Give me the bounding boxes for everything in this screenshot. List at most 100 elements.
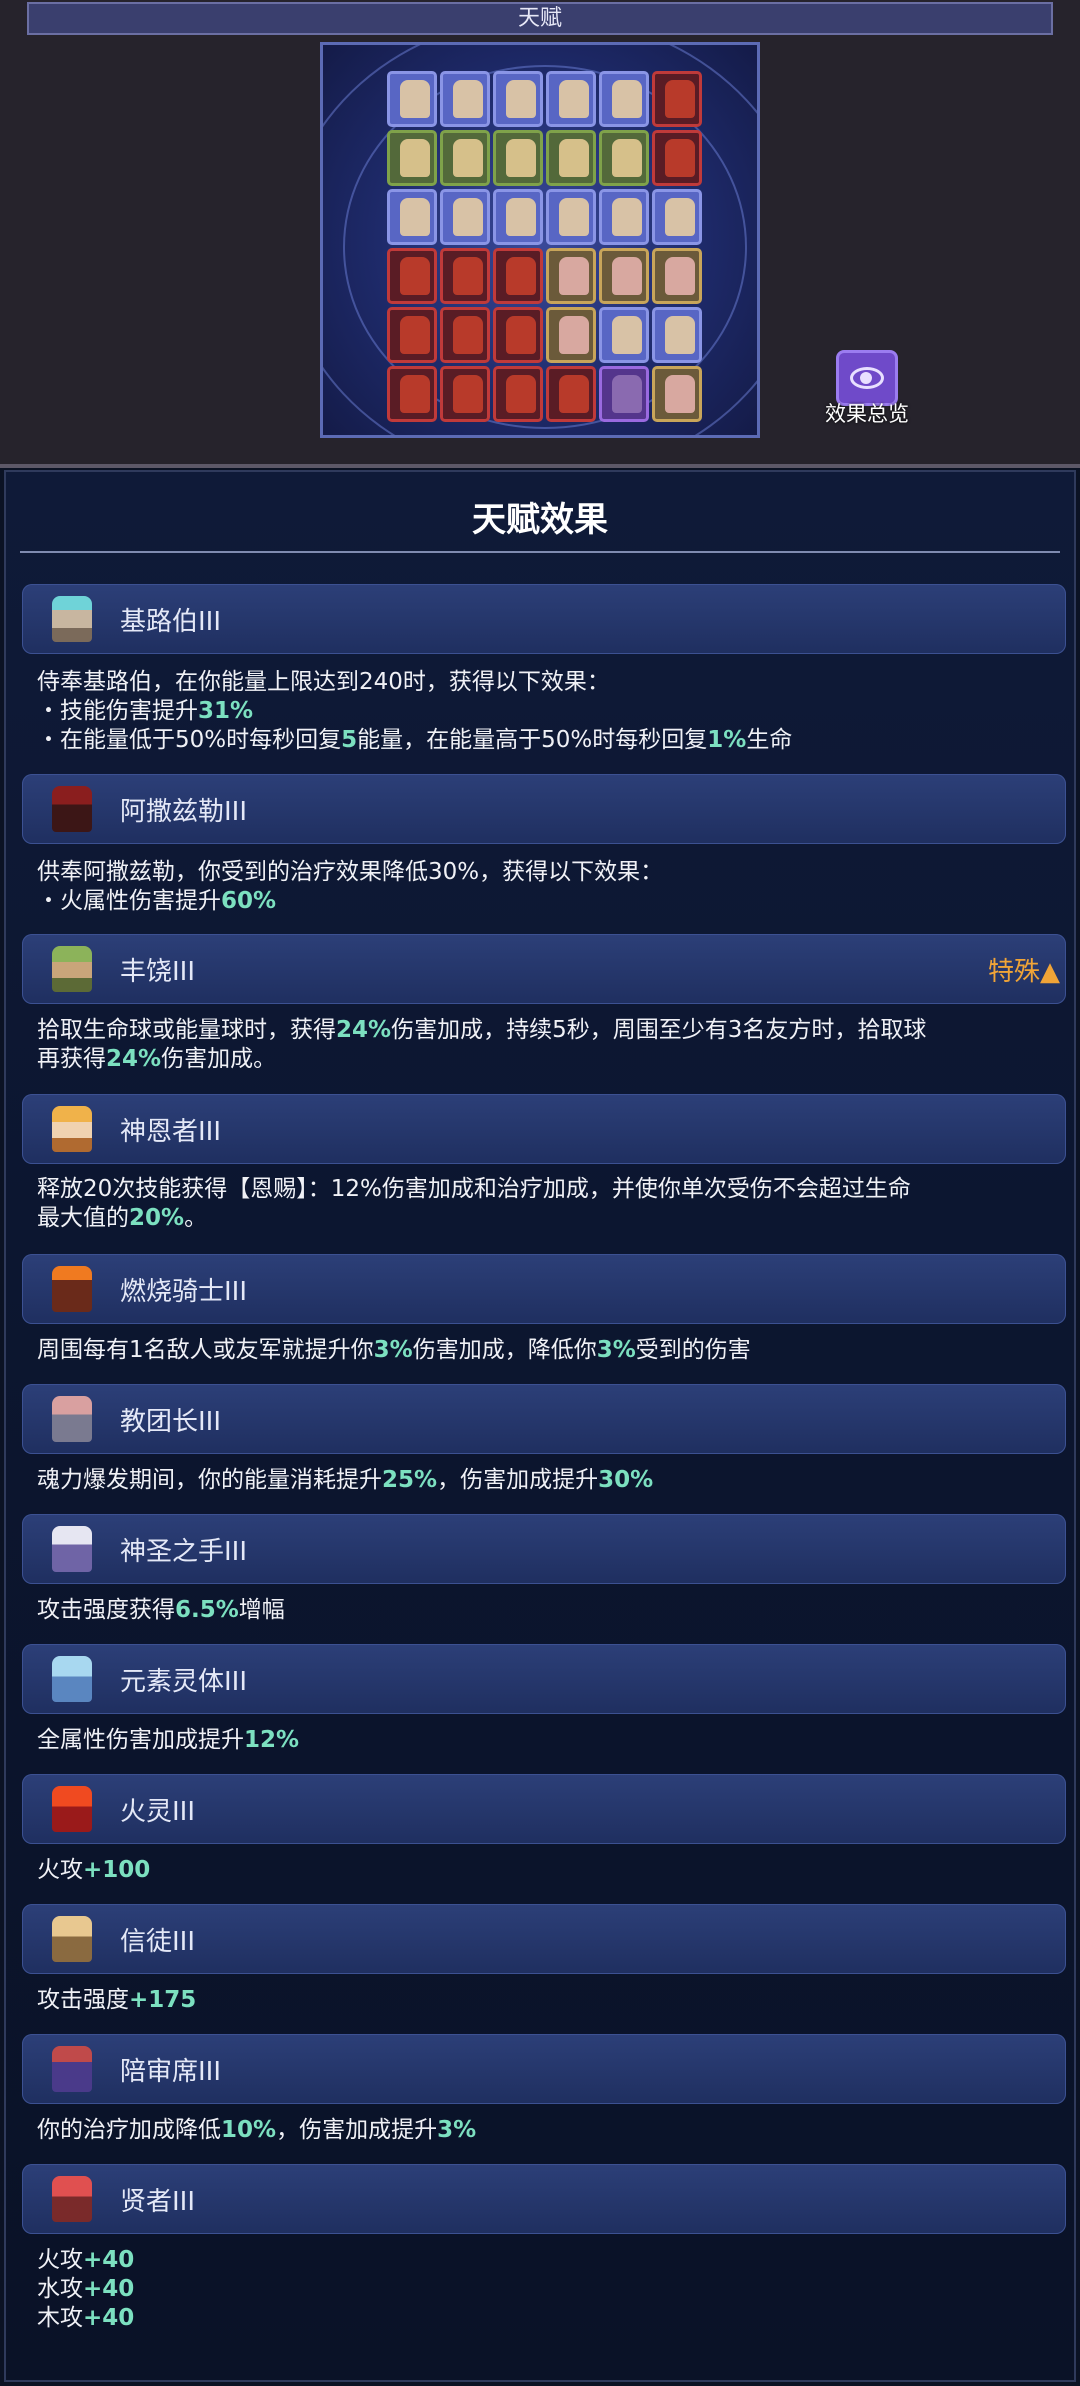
hero-figure-icon bbox=[506, 198, 536, 236]
talent-slot[interactable] bbox=[546, 130, 596, 186]
talent-entry-header[interactable]: 神圣之手III bbox=[22, 1514, 1066, 1584]
hero-figure-icon bbox=[559, 80, 589, 118]
talent-entry-header[interactable]: 阿撒兹勒III bbox=[22, 774, 1066, 844]
talent-name: 燃烧骑士III bbox=[120, 1277, 248, 1307]
talent-description: 全属性伤害加成提升12% bbox=[37, 1727, 300, 1753]
talent-title: 天赋 bbox=[517, 6, 562, 31]
talent-slot[interactable] bbox=[652, 248, 702, 304]
hero-figure-icon bbox=[453, 257, 483, 295]
talent-slot[interactable] bbox=[652, 189, 702, 245]
talent-slot[interactable] bbox=[440, 248, 490, 304]
talent-slot[interactable] bbox=[387, 248, 437, 304]
talent-description: 攻击强度获得6.5%增幅 bbox=[37, 1597, 285, 1623]
blessed-icon bbox=[52, 1106, 92, 1152]
talent-entry-header[interactable]: 基路伯III bbox=[22, 584, 1066, 654]
hero-figure-icon bbox=[400, 257, 430, 295]
talent-slot[interactable] bbox=[493, 307, 543, 363]
talent-slot[interactable] bbox=[599, 71, 649, 127]
hero-figure-icon bbox=[665, 316, 695, 354]
talent-name: 教团长III bbox=[120, 1407, 222, 1437]
talent-slot[interactable] bbox=[493, 366, 543, 422]
talent-slot[interactable] bbox=[493, 248, 543, 304]
talent-description: 火攻+40 水攻+40 木攻+40 bbox=[37, 2247, 135, 2331]
talent-name: 阿撒兹勒III bbox=[120, 797, 248, 827]
hero-figure-icon bbox=[506, 257, 536, 295]
hero-figure-icon bbox=[506, 80, 536, 118]
talent-slot[interactable] bbox=[599, 307, 649, 363]
talent-slot[interactable] bbox=[440, 71, 490, 127]
talent-slot[interactable] bbox=[546, 71, 596, 127]
hero-figure-icon bbox=[506, 139, 536, 177]
talent-slot[interactable] bbox=[493, 189, 543, 245]
talent-slot[interactable] bbox=[652, 366, 702, 422]
harvest-icon bbox=[52, 946, 92, 992]
talent-slot[interactable] bbox=[546, 366, 596, 422]
elemental-icon bbox=[52, 1656, 92, 1702]
talent-slot[interactable] bbox=[493, 130, 543, 186]
talent-slot[interactable] bbox=[440, 130, 490, 186]
talent-slot[interactable] bbox=[652, 307, 702, 363]
talent-description: 火攻+100 bbox=[37, 1857, 151, 1883]
holy-hand-icon bbox=[52, 1526, 92, 1572]
hero-figure-icon bbox=[400, 198, 430, 236]
talent-description: 供奉阿撒兹勒，你受到的治疗效果降低30%，获得以下效果： ・火属性伤害提升60% bbox=[37, 859, 664, 914]
hero-figure-icon bbox=[559, 375, 589, 413]
talent-slot[interactable] bbox=[652, 130, 702, 186]
talent-entry-header[interactable]: 陪审席III bbox=[22, 2034, 1066, 2104]
hero-figure-icon bbox=[400, 139, 430, 177]
talent-name: 丰饶III bbox=[120, 957, 196, 987]
talent-name: 陪审席III bbox=[120, 2057, 222, 2087]
panel-title: 天赋效果 bbox=[472, 500, 608, 540]
talent-slot[interactable] bbox=[546, 189, 596, 245]
hero-figure-icon bbox=[400, 80, 430, 118]
hero-figure-icon bbox=[612, 139, 642, 177]
believer-icon bbox=[52, 1916, 92, 1962]
talent-entry-header[interactable]: 神恩者III bbox=[22, 1094, 1066, 1164]
hero-figure-icon bbox=[612, 198, 642, 236]
fire-spirit-icon bbox=[52, 1786, 92, 1832]
talent-entry-header[interactable]: 贤者III bbox=[22, 2164, 1066, 2234]
talent-name: 贤者III bbox=[120, 2187, 196, 2217]
talent-description: 攻击强度+175 bbox=[37, 1987, 197, 2013]
talent-slot[interactable] bbox=[546, 248, 596, 304]
talent-slot[interactable] bbox=[652, 71, 702, 127]
talent-slot[interactable] bbox=[599, 366, 649, 422]
talent-effects-panel: 天赋效果 基路伯III 侍奉基路伯，在你能量上限达到240时，获得以下效果： ・… bbox=[4, 470, 1076, 2382]
talent-slot[interactable] bbox=[440, 307, 490, 363]
hero-figure-icon bbox=[453, 375, 483, 413]
asazer-icon bbox=[52, 786, 92, 832]
talent-entry-header[interactable]: 信徒III bbox=[22, 1904, 1066, 1974]
talent-entry-header[interactable]: 元素灵体III bbox=[22, 1644, 1066, 1714]
hero-figure-icon bbox=[400, 375, 430, 413]
hero-figure-icon bbox=[612, 375, 642, 413]
hero-figure-icon bbox=[453, 198, 483, 236]
talent-entry-header[interactable]: 教团长III bbox=[22, 1384, 1066, 1454]
talent-slot[interactable] bbox=[493, 71, 543, 127]
special-tag[interactable]: 特殊▲ bbox=[988, 951, 1060, 988]
talent-entry-header[interactable]: 燃烧骑士III bbox=[22, 1254, 1066, 1324]
talent-slot[interactable] bbox=[599, 189, 649, 245]
talent-slot[interactable] bbox=[440, 366, 490, 422]
talent-entry-header[interactable]: 火灵III bbox=[22, 1774, 1066, 1844]
hero-figure-icon bbox=[400, 316, 430, 354]
talent-entry-header[interactable]: 丰饶III 特殊▲ bbox=[22, 934, 1066, 1004]
talent-description: 周围每有1名敌人或友军就提升你3%伤害加成，降低你3%受到的伤害 bbox=[37, 1337, 751, 1363]
talent-slot[interactable] bbox=[599, 248, 649, 304]
talent-slot[interactable] bbox=[387, 307, 437, 363]
talent-slot[interactable] bbox=[440, 189, 490, 245]
burning-knight-icon bbox=[52, 1266, 92, 1312]
hero-figure-icon bbox=[453, 80, 483, 118]
talent-slot[interactable] bbox=[387, 189, 437, 245]
talent-name: 基路伯III bbox=[120, 607, 222, 637]
talent-board-frame: 天赋 效果总览 bbox=[0, 0, 1080, 468]
talent-slot[interactable] bbox=[546, 307, 596, 363]
talent-slot[interactable] bbox=[387, 366, 437, 422]
talent-slot[interactable] bbox=[387, 130, 437, 186]
talent-slot[interactable] bbox=[387, 71, 437, 127]
hero-figure-icon bbox=[665, 80, 695, 118]
talent-description: 拾取生命球或能量球时，获得24%伤害加成，持续5秒，周围至少有3名友方时，拾取球… bbox=[37, 1017, 927, 1072]
talent-slot[interactable] bbox=[599, 130, 649, 186]
effect-overview-label[interactable]: 效果总览 bbox=[810, 398, 924, 428]
divider bbox=[20, 551, 1060, 553]
hero-figure-icon bbox=[665, 375, 695, 413]
